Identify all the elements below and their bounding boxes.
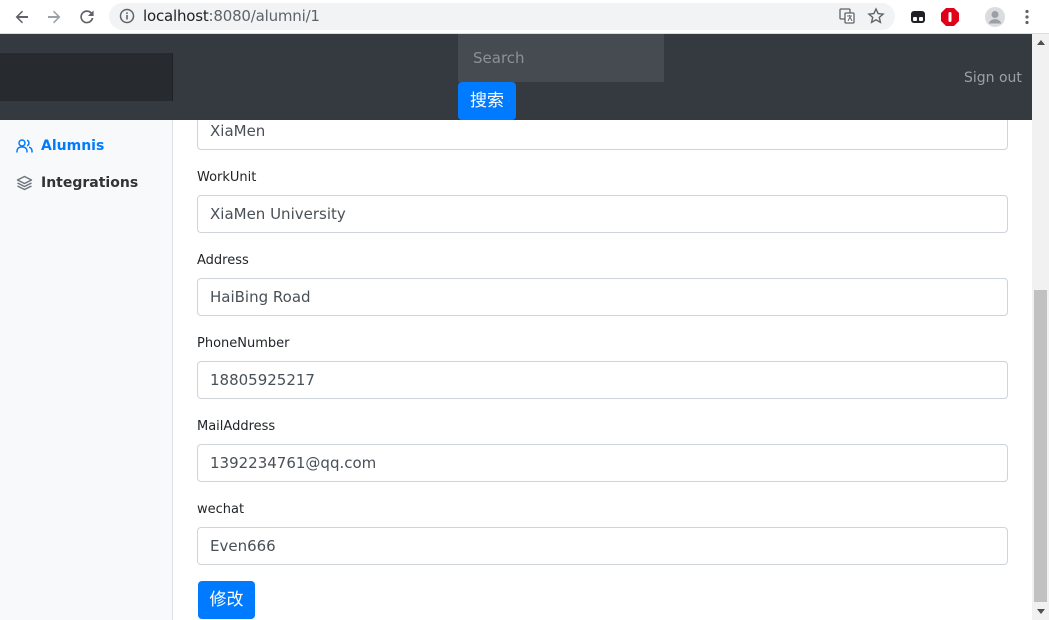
- address-bar[interactable]: localhost:8080/alumni/1: [109, 3, 895, 30]
- wechat-field[interactable]: Even666: [197, 527, 1008, 565]
- extension-icon: [911, 11, 925, 23]
- page-scrollbar[interactable]: [1032, 34, 1049, 620]
- menu-button[interactable]: [1015, 5, 1039, 29]
- sidebar-item-label: Integrations: [41, 175, 139, 191]
- info-icon[interactable]: [119, 8, 135, 24]
- alumni-edit-form: XiaMen WorkUnit XiaMen University Addres…: [173, 120, 1032, 620]
- bookmark-star-icon[interactable]: [867, 7, 885, 25]
- translate-icon[interactable]: [839, 8, 855, 24]
- profile-button[interactable]: [983, 5, 1007, 29]
- caret-down-icon: [1036, 609, 1045, 614]
- scroll-thumb[interactable]: [1034, 290, 1047, 602]
- navbar-brand[interactable]: [0, 53, 173, 101]
- wechat-label: wechat: [197, 502, 245, 517]
- reload-icon: [80, 10, 94, 24]
- url-text: localhost:8080/alumni/1: [143, 7, 320, 25]
- mail-label: MailAddress: [197, 419, 276, 434]
- adblock-icon: [941, 8, 959, 26]
- forward-arrow-icon: [48, 10, 61, 24]
- search-input[interactable]: Search: [458, 34, 664, 82]
- sidebar: Alumnis Integrations: [0, 120, 173, 620]
- avatar-icon: [985, 7, 1005, 27]
- scroll-up-button[interactable]: [1032, 34, 1049, 51]
- workunit-field[interactable]: XiaMen University: [197, 195, 1008, 233]
- address-label: Address: [197, 253, 249, 268]
- extension-button[interactable]: [906, 5, 930, 29]
- sidebar-item-alumnis[interactable]: Alumnis: [16, 138, 104, 154]
- phone-field[interactable]: 18805925217: [197, 361, 1008, 399]
- forward-button[interactable]: [42, 5, 66, 29]
- scroll-down-button[interactable]: [1032, 603, 1049, 620]
- adblock-button[interactable]: [938, 5, 962, 29]
- workunit-label: WorkUnit: [197, 170, 257, 185]
- browser-toolbar: localhost:8080/alumni/1: [0, 0, 1049, 34]
- kebab-menu-icon: [1025, 9, 1029, 25]
- phone-label: PhoneNumber: [197, 336, 290, 351]
- mail-field[interactable]: 1392234761@qq.com: [197, 444, 1008, 482]
- search-button[interactable]: 搜索: [458, 82, 516, 120]
- modify-button[interactable]: 修改: [198, 581, 255, 619]
- users-icon: [16, 139, 33, 153]
- address-field[interactable]: HaiBing Road: [197, 278, 1008, 316]
- sign-out-link[interactable]: Sign out: [964, 70, 1022, 86]
- caret-up-icon: [1036, 40, 1045, 45]
- reload-button[interactable]: [75, 5, 99, 29]
- layers-icon: [16, 175, 33, 191]
- sidebar-item-integrations[interactable]: Integrations: [16, 175, 138, 191]
- top-navbar: Search 搜索 Sign out: [0, 34, 1032, 120]
- sidebar-item-label: Alumnis: [41, 138, 105, 154]
- back-arrow-icon: [15, 10, 28, 24]
- back-button[interactable]: [10, 5, 34, 29]
- city-field[interactable]: XiaMen: [197, 120, 1008, 150]
